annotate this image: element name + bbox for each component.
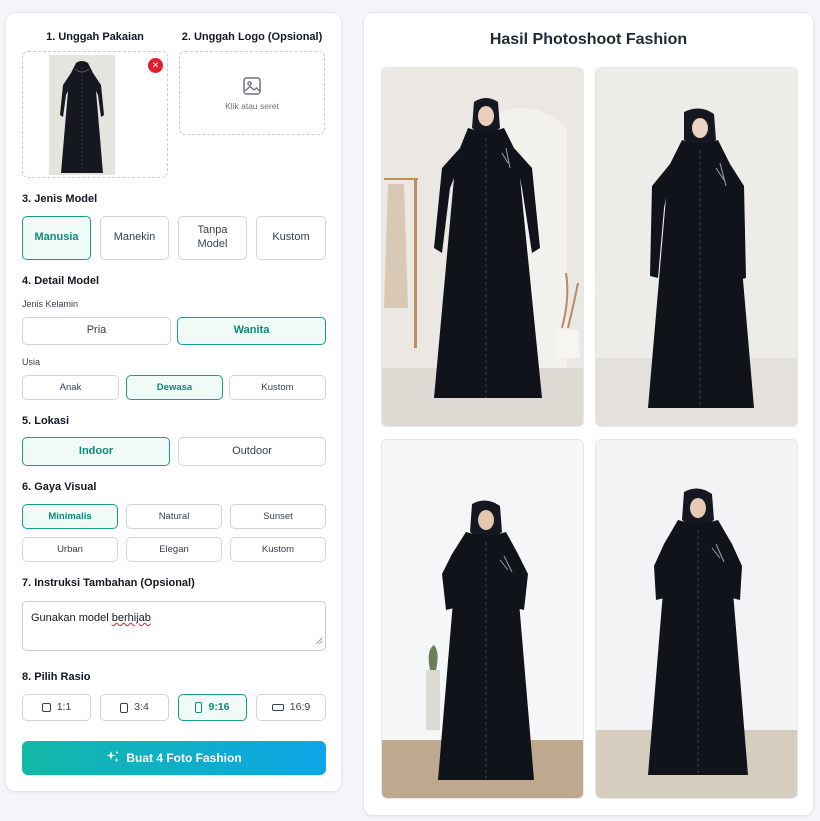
model-type-title: 3. Jenis Model — [22, 193, 98, 205]
style-natural-option[interactable]: Natural — [126, 504, 222, 529]
results-title: Hasil Photoshoot Fashion — [489, 31, 688, 48]
model-detail-title: 4. Detail Model — [22, 275, 100, 287]
location-outdoor-option[interactable]: Outdoor — [178, 437, 326, 466]
gender-male-option[interactable]: Pria — [22, 317, 171, 345]
landscape-icon — [271, 704, 284, 711]
ratio-title: 8. Pilih Rasio — [22, 671, 91, 683]
location-title: 5. Lokasi — [22, 415, 70, 427]
location-indoor-option[interactable]: Indoor — [22, 437, 170, 466]
model-type-mannequin[interactable]: Manekin — [100, 216, 169, 260]
style-custom-option[interactable]: Kustom — [230, 537, 326, 562]
clothing-preview-image — [49, 55, 115, 175]
model-type-human[interactable]: Manusia — [22, 216, 91, 260]
ratio-1-1-option[interactable]: 1:1 — [22, 694, 91, 721]
ratio-3-4-label: 3:4 — [134, 700, 149, 713]
result-photo-4[interactable] — [595, 439, 798, 799]
style-minimalist-option[interactable]: Minimalis — [22, 504, 118, 529]
instructions-text: Gunakan model — [31, 612, 112, 624]
result-photo-1[interactable] — [381, 67, 584, 427]
ratio-9-16-option[interactable]: 9:16 — [178, 694, 247, 721]
clothing-upload-title: 1. Unggah Pakaian — [46, 31, 144, 43]
generate-button-label: Buat 4 Foto Fashion — [126, 751, 242, 765]
remove-clothing-button[interactable]: ✕ — [148, 58, 163, 73]
close-icon: ✕ — [151, 60, 160, 70]
logo-upload-hint: Klik atau seret — [225, 101, 279, 111]
ratio-16-9-option[interactable]: 16:9 — [256, 694, 326, 721]
generate-button[interactable]: Buat 4 Foto Fashion — [22, 741, 326, 775]
age-label: Usia — [22, 357, 41, 367]
result-photo-3[interactable] — [381, 439, 584, 799]
results-panel: Hasil Photoshoot Fashion — [363, 12, 814, 816]
image-icon — [242, 76, 262, 101]
square-icon — [41, 703, 51, 712]
gender-label: Jenis Kelamin — [22, 299, 79, 309]
sparkles-icon — [106, 750, 120, 767]
style-urban-option[interactable]: Urban — [22, 537, 118, 562]
ratio-1-1-label: 1:1 — [56, 700, 72, 713]
style-sunset-option[interactable]: Sunset — [230, 504, 326, 529]
clothing-upload-box[interactable]: ✕ — [22, 51, 168, 178]
logo-upload-box[interactable]: Klik atau seret — [179, 51, 325, 135]
ratio-9-16-label: 9:16 — [208, 700, 230, 713]
gender-female-option[interactable]: Wanita — [177, 317, 326, 345]
model-type-custom[interactable]: Kustom — [256, 216, 326, 260]
style-elegant-option[interactable]: Elegan — [126, 537, 222, 562]
age-child-option[interactable]: Anak — [22, 375, 119, 400]
age-adult-option[interactable]: Dewasa — [126, 375, 223, 400]
logo-upload-title: 2. Unggah Logo (Opsional) — [181, 31, 323, 43]
portrait-icon — [120, 702, 129, 713]
resize-grip-icon[interactable] — [315, 636, 323, 648]
ratio-3-4-option[interactable]: 3:4 — [100, 694, 169, 721]
settings-panel: 1. Unggah Pakaian 2. Unggah Logo (Opsion… — [5, 12, 342, 792]
age-custom-option[interactable]: Kustom — [229, 375, 326, 400]
model-type-no-model[interactable]: Tanpa Model — [178, 216, 247, 260]
visual-style-title: 6. Gaya Visual — [22, 481, 97, 493]
ratio-16-9-label: 16:9 — [289, 700, 311, 713]
instructions-flagged-word: berhijab — [111, 612, 151, 624]
tall-portrait-icon — [195, 702, 203, 713]
instructions-title: 7. Instruksi Tambahan (Opsional) — [22, 577, 195, 589]
instructions-textarea[interactable]: Gunakan model berhijab — [22, 601, 326, 651]
result-photo-2[interactable] — [595, 67, 798, 427]
